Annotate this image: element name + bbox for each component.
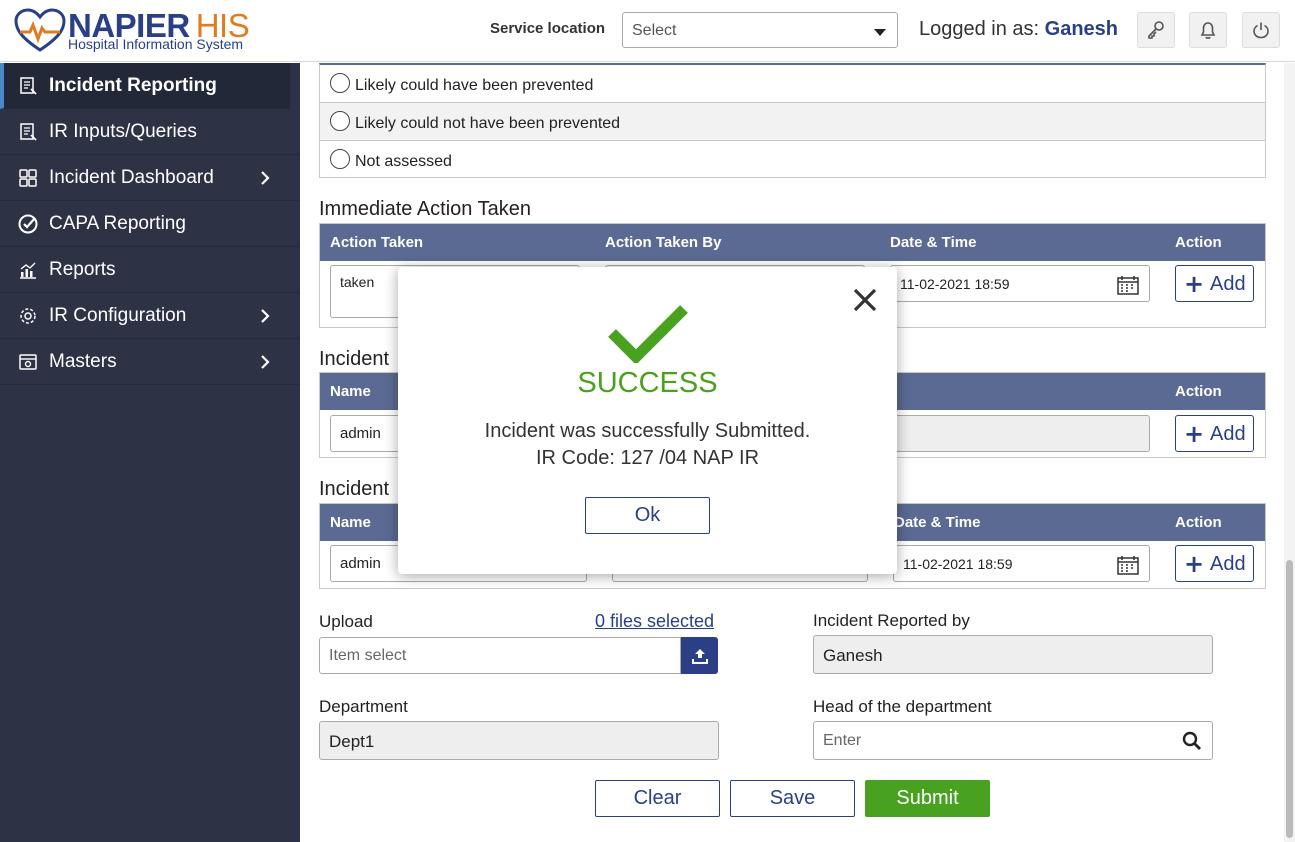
incident-datetime-input[interactable]: 11-02-2021 18:59 <box>893 545 1150 582</box>
radio-option[interactable]: Likely could have been prevented <box>320 65 1265 103</box>
service-location-label: Service location <box>490 20 606 37</box>
radio-button[interactable] <box>330 149 350 169</box>
sidebar-item-label: Masters <box>49 350 117 372</box>
radio-button[interactable] <box>330 111 350 131</box>
gear-icon <box>17 305 39 327</box>
add-immediate-action-button[interactable]: + Add <box>1175 265 1254 302</box>
upload-icon <box>691 648 708 664</box>
logged-in-text: Logged in as: Ganesh <box>919 18 1119 40</box>
sidebar-item-label: Reports <box>49 258 116 280</box>
sidebar-item-capa-reporting[interactable]: CAPA Reporting <box>0 201 300 247</box>
head-of-department-input[interactable]: Enter <box>813 721 1213 760</box>
chevron-right-icon <box>261 308 270 323</box>
chart-icon <box>17 259 39 281</box>
check-circle-icon <box>17 213 39 235</box>
calendar-icon[interactable] <box>1117 555 1139 575</box>
section-title-immediate-action: Immediate Action Taken <box>319 198 531 220</box>
incident-reported-by-label: Incident Reported by <box>813 611 970 630</box>
column-header: Action <box>1175 234 1222 251</box>
sidebar-item-label: CAPA Reporting <box>49 212 186 234</box>
section-title-incident: Incident <box>319 348 390 370</box>
sidebar-item-incident-dashboard[interactable]: Incident Dashboard <box>0 155 300 201</box>
chevron-right-icon <box>261 170 270 185</box>
key-button[interactable] <box>1137 12 1175 48</box>
column-header: Action <box>1175 383 1222 400</box>
plus-icon: + <box>1184 550 1205 578</box>
save-button[interactable]: Save <box>730 780 855 817</box>
key-icon <box>1148 21 1164 39</box>
scrollbar-thumb[interactable] <box>1286 560 1293 838</box>
sidebar-item-masters[interactable]: Masters <box>0 339 300 385</box>
radio-label: Likely could have been prevented <box>355 77 594 94</box>
upload-button[interactable] <box>681 637 718 674</box>
sidebar-item-ir-inputs[interactable]: IR Inputs/Queries <box>0 109 300 155</box>
column-header: Name <box>330 383 371 400</box>
sidebar-item-label: Incident Reporting <box>49 74 217 96</box>
upload-input[interactable]: Item select <box>319 637 681 674</box>
sidebar-item-label: IR Configuration <box>49 304 187 326</box>
add-incident-button[interactable]: + Add <box>1175 415 1254 452</box>
ir-code-text: IR Code: 127 /04 NAP IR <box>535 447 760 469</box>
success-dialog: SUCCESS Incident was successfully Submit… <box>398 267 897 574</box>
sidebar: Incident Reporting IR Inputs/Queries Inc… <box>0 63 300 842</box>
report-icon <box>17 121 39 143</box>
upload-label: Upload <box>319 612 373 631</box>
success-title: SUCCESS <box>577 367 718 399</box>
column-header: Date & Time <box>894 514 981 531</box>
radio-option[interactable]: Likely could not have been prevented <box>320 103 1265 141</box>
chevron-right-icon <box>261 354 270 369</box>
column-header: Action <box>1175 514 1222 531</box>
bell-icon <box>1200 22 1216 39</box>
masters-icon <box>17 351 39 373</box>
preventability-options: Likely could have been prevented Likely … <box>319 63 1266 178</box>
radio-label: Likely could not have been prevented <box>355 115 621 132</box>
logo-subtitle: Hospital Information System <box>68 36 244 52</box>
search-icon[interactable] <box>1182 731 1202 751</box>
close-icon[interactable] <box>852 287 878 313</box>
department-field: Dept1 <box>319 721 719 760</box>
add-incident-button[interactable]: + Add <box>1175 545 1254 582</box>
checkmark-icon <box>608 305 688 363</box>
sidebar-item-incident-reporting[interactable]: Incident Reporting <box>0 63 290 109</box>
top-bar: NAPIER HIS Hospital Information System Se… <box>0 0 1295 62</box>
grid-header: Action Taken Action Taken By Date & Time… <box>320 224 1265 261</box>
radio-label: Not assessed <box>355 153 452 170</box>
success-message: Incident was successfully Submitted. <box>484 420 811 442</box>
plus-icon: + <box>1184 420 1205 448</box>
sidebar-item-label: IR Inputs/Queries <box>49 120 197 142</box>
sidebar-item-ir-configuration[interactable]: IR Configuration <box>0 293 300 339</box>
notifications-button[interactable] <box>1189 12 1227 48</box>
heart-logo-icon <box>14 8 66 52</box>
column-header: Date & Time <box>890 234 977 251</box>
calendar-icon[interactable] <box>1117 275 1139 295</box>
head-of-department-label: Head of the department <box>813 697 992 716</box>
service-location-value: Select <box>632 22 677 39</box>
service-location-select[interactable]: Select <box>622 12 898 48</box>
dashboard-icon <box>17 167 39 189</box>
logged-in-user: Ganesh <box>1044 18 1119 40</box>
radio-button[interactable] <box>330 73 350 93</box>
column-header: Name <box>330 514 371 531</box>
department-label: Department <box>319 697 408 716</box>
caret-down-icon <box>874 29 886 36</box>
submit-button[interactable]: Submit <box>865 780 990 817</box>
report-icon <box>17 75 39 97</box>
action-datetime-input[interactable]: 11-02-2021 18:59 <box>890 265 1150 302</box>
column-header: Action Taken <box>330 234 424 251</box>
clear-button[interactable]: Clear <box>595 780 720 817</box>
section-title-incident: Incident <box>319 478 390 500</box>
column-header: Action Taken By <box>605 234 722 251</box>
sidebar-item-reports[interactable]: Reports <box>0 247 300 293</box>
sidebar-item-label: Incident Dashboard <box>49 166 214 188</box>
readonly-field <box>890 415 1150 452</box>
plus-icon: + <box>1184 270 1205 298</box>
napier-his-logo: NAPIER HIS Hospital Information System <box>14 6 274 56</box>
incident-reported-by-field: Ganesh <box>813 635 1213 674</box>
power-icon <box>1253 22 1269 39</box>
radio-option[interactable]: Not assessed <box>320 141 1265 179</box>
logout-button[interactable] <box>1242 12 1280 48</box>
files-selected-link[interactable]: 0 files selected <box>595 611 714 632</box>
ok-button[interactable]: Ok <box>585 497 710 534</box>
